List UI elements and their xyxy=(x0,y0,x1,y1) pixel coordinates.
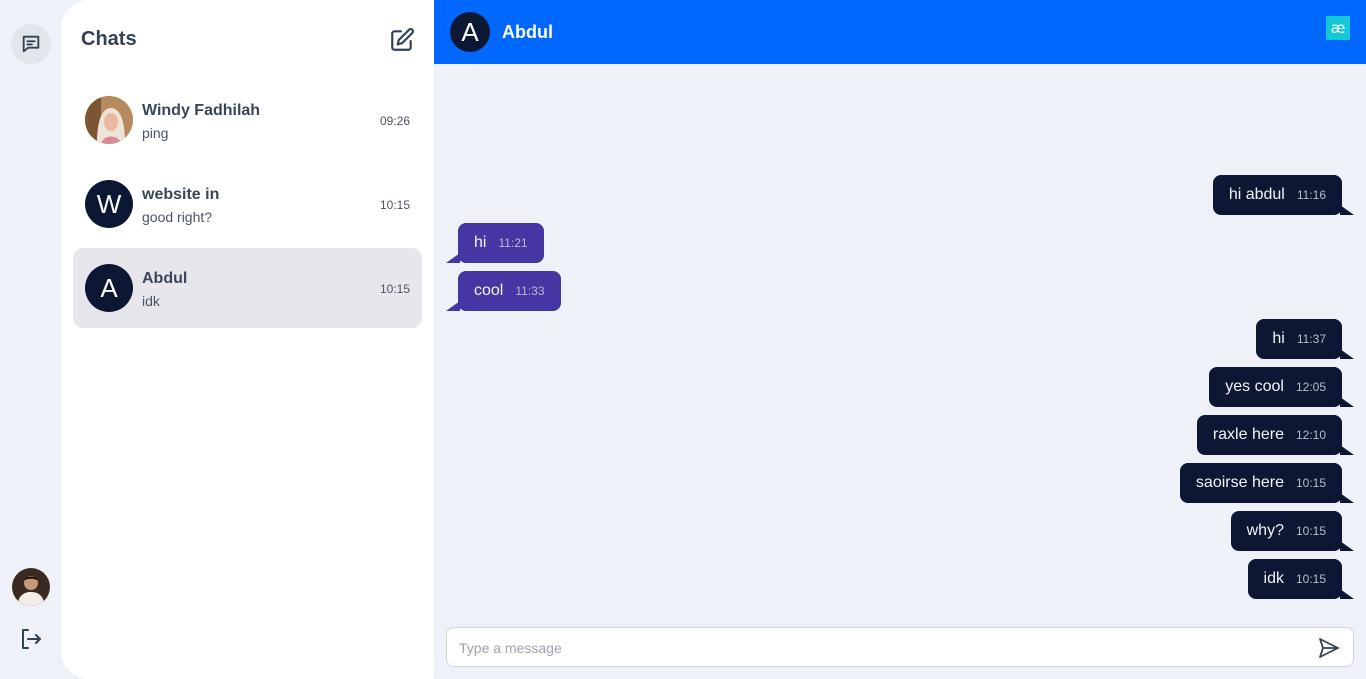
message-composer xyxy=(446,627,1354,667)
send-button[interactable] xyxy=(1317,636,1341,660)
message-bubble-outgoing: hi abdul 11:16 xyxy=(1212,175,1355,215)
message-text: why? xyxy=(1246,522,1284,539)
brand-logo-icon: æ xyxy=(1326,16,1350,40)
message-text: hi xyxy=(474,234,487,251)
message-bubble-outgoing: raxle here 12:10 xyxy=(1196,415,1355,455)
chat-time: 09:26 xyxy=(379,114,410,128)
message-bubble-incoming: cool 11:33 xyxy=(446,271,561,311)
chats-panel: Chats Windy Fadhilah ping 09:26 W websit… xyxy=(61,0,434,679)
message-text: yes cool xyxy=(1225,378,1284,395)
message-time: 11:37 xyxy=(1296,332,1326,346)
message-time: 12:10 xyxy=(1295,428,1326,442)
chat-item-abdul[interactable]: A Abdul idk 10:15 xyxy=(73,248,422,328)
avatar: A xyxy=(85,264,133,312)
chat-name: Abdul xyxy=(142,270,188,287)
user-avatar[interactable] xyxy=(12,568,50,606)
message-bubble-outgoing: saoirse here 10:15 xyxy=(1179,463,1355,503)
chat-preview: idk xyxy=(142,293,160,309)
message-text: cool xyxy=(474,282,504,299)
contact-name: Abdul xyxy=(502,22,553,42)
chat-time: 10:15 xyxy=(379,198,410,212)
chat-time: 10:15 xyxy=(379,282,410,296)
message-time: 11:33 xyxy=(515,284,545,298)
message-time: 10:15 xyxy=(1295,476,1326,490)
chat-name: website in xyxy=(142,186,220,203)
chat-item-windy-fadhilah[interactable]: Windy Fadhilah ping 09:26 xyxy=(73,80,422,160)
left-rail xyxy=(0,0,61,679)
message-list: hi abdul 11:16 hi 11:21 cool 11:33 hi 11… xyxy=(434,64,1366,624)
chat-item-website-in[interactable]: W website in good right? 10:15 xyxy=(73,164,422,244)
conversation-header: A Abdul æ xyxy=(434,0,1366,64)
chat-bubble-icon xyxy=(22,35,40,53)
send-icon xyxy=(1319,638,1339,658)
message-time: 10:15 xyxy=(1295,524,1326,538)
chats-nav-button[interactable] xyxy=(11,24,51,64)
message-time: 11:16 xyxy=(1296,188,1326,202)
message-text: saoirse here xyxy=(1195,474,1284,491)
chat-name: Windy Fadhilah xyxy=(142,102,261,119)
message-text: raxle here xyxy=(1212,426,1284,443)
logout-button[interactable] xyxy=(19,627,43,651)
chat-preview: ping xyxy=(142,125,169,141)
avatar xyxy=(85,96,133,144)
message-input[interactable] xyxy=(459,637,1299,659)
message-text: hi abdul xyxy=(1228,186,1285,203)
edit-icon xyxy=(391,28,414,51)
logout-icon xyxy=(22,629,41,649)
chats-title: Chats xyxy=(81,28,137,50)
message-text: hi xyxy=(1272,330,1285,347)
message-bubble-outgoing: idk 10:15 xyxy=(1247,559,1355,599)
message-bubble-outgoing: why? 10:15 xyxy=(1230,511,1355,551)
message-time: 10:15 xyxy=(1295,572,1326,586)
message-bubble-outgoing: yes cool 12:05 xyxy=(1209,367,1354,407)
message-time: 11:21 xyxy=(498,236,528,250)
contact-avatar: A xyxy=(450,12,490,52)
message-time: 12:05 xyxy=(1295,380,1326,394)
chat-preview: good right? xyxy=(142,209,213,225)
message-bubble-outgoing: hi 11:37 xyxy=(1256,319,1354,359)
new-chat-button[interactable] xyxy=(389,27,415,53)
message-text: idk xyxy=(1263,570,1284,587)
avatar: W xyxy=(85,180,133,228)
message-bubble-incoming: hi 11:21 xyxy=(446,223,544,263)
